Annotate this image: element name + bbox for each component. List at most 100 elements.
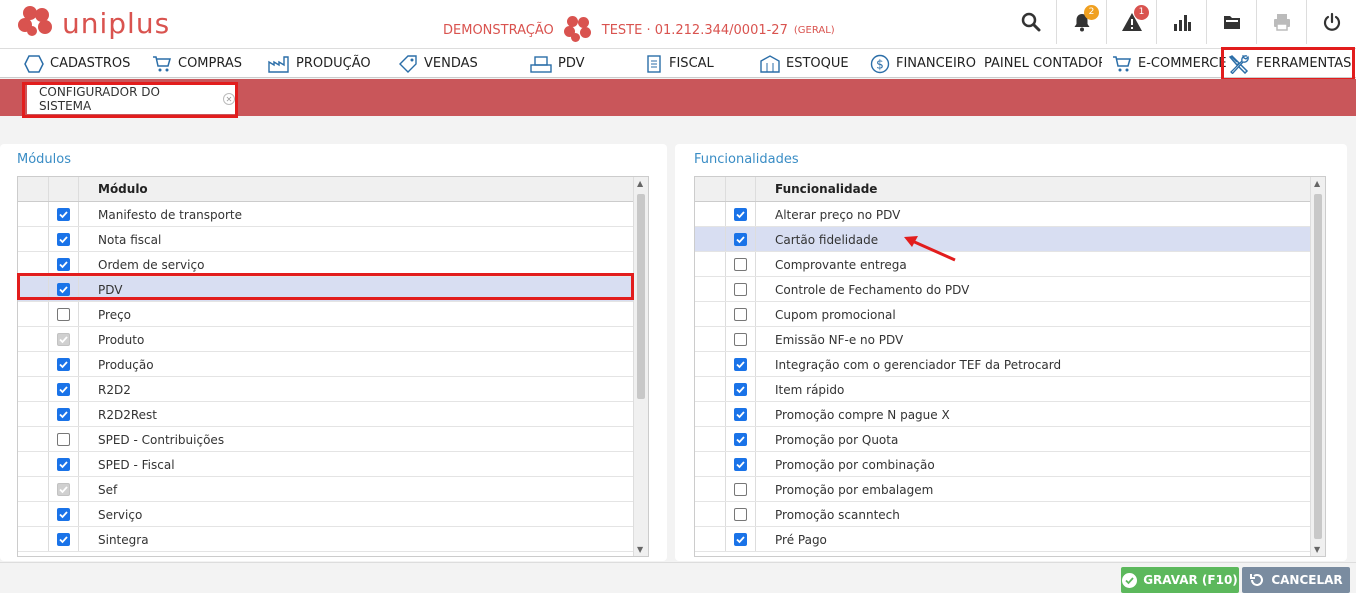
row-handle[interactable] (18, 377, 49, 401)
reports-button[interactable] (1156, 0, 1206, 44)
print-button[interactable] (1256, 0, 1306, 44)
row-checkbox[interactable] (734, 232, 747, 246)
menu-estoque[interactable]: ESTOQUE (760, 49, 849, 78)
row-handle[interactable] (695, 277, 726, 301)
table-row[interactable]: Manifesto de transporte (18, 202, 635, 227)
row-checkbox[interactable] (57, 257, 70, 271)
row-checkbox[interactable] (734, 382, 747, 396)
table-row[interactable]: R2D2 (18, 377, 635, 402)
table-row[interactable]: Serviço (18, 502, 635, 527)
menu-ecommerce[interactable]: E-COMMERCE (1112, 49, 1227, 78)
row-checkbox[interactable] (57, 357, 70, 371)
row-handle[interactable] (18, 302, 49, 326)
table-row[interactable]: Sintegra (18, 527, 635, 552)
row-handle[interactable] (18, 527, 49, 551)
row-checkbox[interactable] (57, 382, 70, 396)
table-row[interactable]: SPED - Contribuições (18, 427, 635, 452)
row-handle[interactable] (695, 402, 726, 426)
row-checkbox[interactable] (57, 457, 70, 471)
table-row[interactable]: Preço (18, 302, 635, 327)
table-row[interactable]: Nota fiscal (18, 227, 635, 252)
row-checkbox[interactable] (734, 457, 747, 471)
row-handle[interactable] (695, 352, 726, 376)
cancel-button[interactable]: CANCELAR (1242, 567, 1350, 593)
menu-financeiro[interactable]: $ FINANCEIRO (870, 49, 976, 78)
table-row[interactable]: Promoção scanntech (695, 502, 1312, 527)
modulos-scrollbar[interactable]: ▲ ▼ (633, 177, 648, 556)
menu-cadastros[interactable]: CADASTROS (24, 49, 130, 78)
row-handle[interactable] (18, 452, 49, 476)
row-checkbox[interactable] (57, 282, 70, 296)
row-handle[interactable] (695, 202, 726, 226)
row-checkbox[interactable] (734, 507, 747, 521)
table-row[interactable]: Pré Pago (695, 527, 1312, 552)
row-checkbox[interactable] (57, 307, 70, 321)
table-row[interactable]: Ordem de serviço (18, 252, 635, 277)
menu-ferramentas[interactable]: FERRAMENTAS (1228, 49, 1351, 78)
scroll-up-icon[interactable]: ▲ (637, 179, 643, 188)
table-row[interactable]: SPED - Fiscal (18, 452, 635, 477)
row-handle[interactable] (695, 427, 726, 451)
table-row[interactable]: Emissão NF-e no PDV (695, 327, 1312, 352)
table-row[interactable]: R2D2Rest (18, 402, 635, 427)
row-checkbox[interactable] (734, 332, 747, 346)
scroll-down-icon[interactable]: ▼ (1314, 545, 1320, 554)
table-row[interactable]: Promoção por Quota (695, 427, 1312, 452)
row-checkbox[interactable] (734, 307, 747, 321)
row-checkbox[interactable] (57, 507, 70, 521)
row-handle[interactable] (18, 252, 49, 276)
row-handle[interactable] (18, 202, 49, 226)
row-checkbox[interactable] (734, 407, 747, 421)
table-row[interactable]: Produção (18, 352, 635, 377)
row-handle[interactable] (695, 252, 726, 276)
row-handle[interactable] (695, 502, 726, 526)
row-handle[interactable] (695, 302, 726, 326)
menu-painel-contador[interactable]: PAINEL CONTADOR (978, 49, 1102, 78)
row-checkbox[interactable] (734, 207, 747, 221)
row-handle[interactable] (18, 327, 49, 351)
row-handle[interactable] (695, 227, 726, 251)
row-checkbox[interactable] (57, 532, 70, 546)
save-button[interactable]: GRAVAR (F10) (1121, 567, 1239, 593)
logout-button[interactable] (1306, 0, 1356, 44)
tab-configurador[interactable]: CONFIGURADOR DO SISTEMA ✕ (27, 84, 235, 114)
row-checkbox[interactable] (734, 532, 747, 546)
row-handle[interactable] (695, 452, 726, 476)
scroll-down-icon[interactable]: ▼ (637, 545, 643, 554)
row-handle[interactable] (18, 277, 49, 301)
row-checkbox[interactable] (734, 357, 747, 371)
row-checkbox[interactable] (734, 257, 747, 271)
table-row[interactable]: Cupom promocional (695, 302, 1312, 327)
row-checkbox[interactable] (57, 207, 70, 221)
scroll-up-icon[interactable]: ▲ (1314, 179, 1320, 188)
search-button[interactable] (1006, 0, 1056, 44)
row-handle[interactable] (18, 502, 49, 526)
funcionalidades-scrollbar[interactable]: ▲ ▼ (1310, 177, 1325, 556)
menu-producao[interactable]: PRODUÇÃO (268, 49, 371, 78)
table-row[interactable]: Promoção compre N pague X (695, 402, 1312, 427)
row-checkbox[interactable] (57, 232, 70, 246)
row-checkbox[interactable] (734, 432, 747, 446)
table-row[interactable]: Alterar preço no PDV (695, 202, 1312, 227)
table-row[interactable]: Sef (18, 477, 635, 502)
menu-fiscal[interactable]: FISCAL (645, 49, 714, 78)
alerts-button[interactable]: 1 (1106, 0, 1156, 44)
row-handle[interactable] (695, 527, 726, 551)
table-row[interactable]: Promoção por embalagem (695, 477, 1312, 502)
menu-pdv[interactable]: PDV (530, 49, 585, 78)
row-handle[interactable] (695, 327, 726, 351)
row-handle[interactable] (18, 227, 49, 251)
row-handle[interactable] (695, 477, 726, 501)
table-row[interactable]: Comprovante entrega (695, 252, 1312, 277)
table-row[interactable]: Integração com o gerenciador TEF da Petr… (695, 352, 1312, 377)
table-row[interactable]: PDV (18, 277, 635, 302)
row-handle[interactable] (18, 427, 49, 451)
table-row[interactable]: Controle de Fechamento do PDV (695, 277, 1312, 302)
row-handle[interactable] (18, 402, 49, 426)
close-icon[interactable]: ✕ (223, 93, 235, 105)
row-handle[interactable] (18, 477, 49, 501)
files-button[interactable] (1206, 0, 1256, 44)
row-checkbox[interactable] (57, 407, 70, 421)
row-handle[interactable] (18, 352, 49, 376)
table-row[interactable]: Item rápido (695, 377, 1312, 402)
